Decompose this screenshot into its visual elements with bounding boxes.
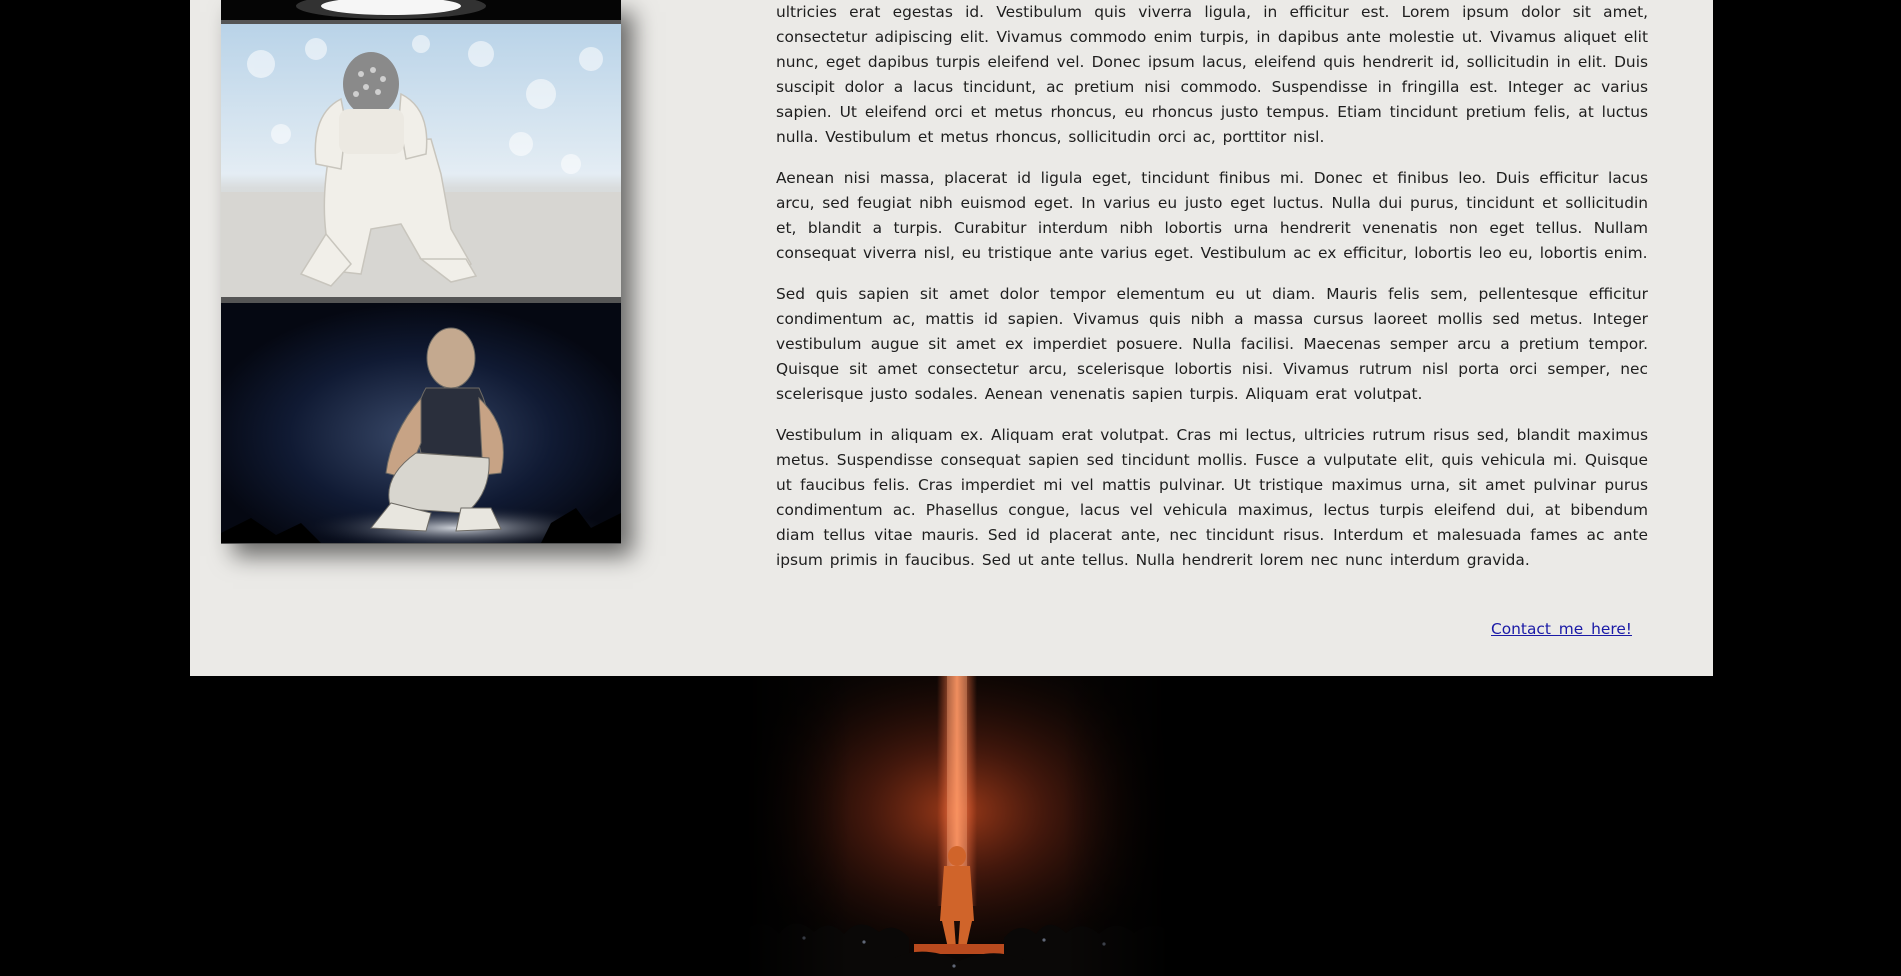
stage-spotlight-image [744,676,1170,976]
article-paragraph: Sed quis sapien sit amet dolor tempor el… [776,285,1648,403]
photo-gallery [221,0,621,544]
concert-photo-crouching-performer [221,303,621,543]
article-paragraph: Vestibulum in aliquam ex. Aliquam erat v… [776,426,1648,569]
concert-photo-stage-light [221,0,621,20]
article-paragraph: ultricies erat egestas id. Vestibulum qu… [776,3,1648,146]
article-body: ultricies erat egestas id. Vestibulum qu… [776,0,1648,589]
contact-link[interactable]: Contact me here! [1491,620,1632,638]
concert-photo-kneeling-performer [221,24,621,297]
article-paragraph: Aenean nisi massa, placerat id ligula eg… [776,169,1648,262]
